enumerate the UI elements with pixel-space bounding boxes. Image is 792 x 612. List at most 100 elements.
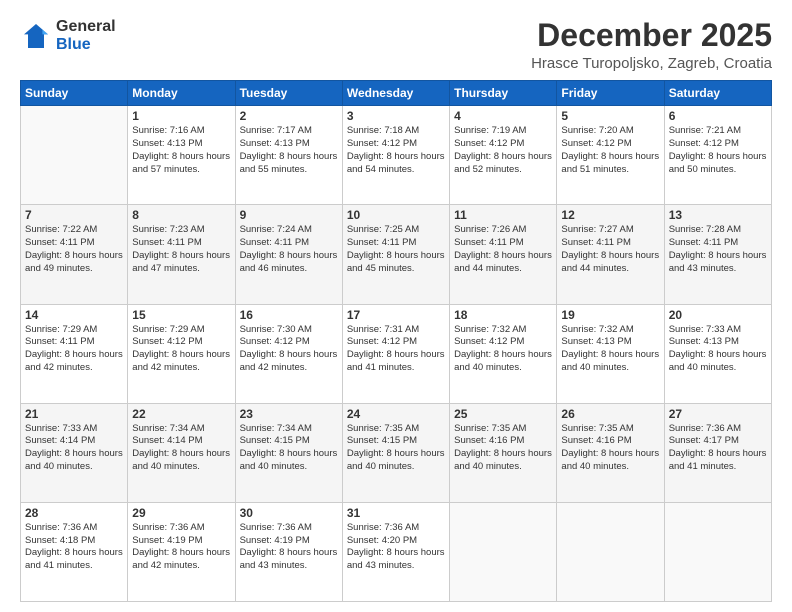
day-number: 17 [347, 308, 445, 322]
day-number: 14 [25, 308, 123, 322]
calendar-cell: 18 Sunrise: 7:32 AMSunset: 4:12 PMDayligh… [450, 304, 557, 403]
day-info: Sunrise: 7:34 AMSunset: 4:15 PMDaylight:… [240, 423, 338, 474]
calendar-week-row: 7 Sunrise: 7:22 AMSunset: 4:11 PMDaylight… [21, 205, 772, 304]
weekday-header-row: SundayMondayTuesdayWednesdayThursdayFrid… [21, 81, 772, 106]
day-info: Sunrise: 7:31 AMSunset: 4:12 PMDaylight:… [347, 324, 445, 375]
weekday-header-tuesday: Tuesday [235, 81, 342, 106]
day-number: 27 [669, 407, 767, 421]
day-info: Sunrise: 7:34 AMSunset: 4:14 PMDaylight:… [132, 423, 230, 474]
logo-text: General Blue [56, 18, 116, 55]
calendar-cell [557, 502, 664, 601]
day-info: Sunrise: 7:36 AMSunset: 4:20 PMDaylight:… [347, 522, 445, 573]
calendar-week-row: 21Sunrise: 7:33 AMSunset: 4:14 PMDayligh… [21, 403, 772, 502]
calendar-cell: 10 Sunrise: 7:25 AMSunset: 4:11 PMDayligh… [342, 205, 449, 304]
day-number: 9 [240, 208, 338, 222]
day-number: 24 [347, 407, 445, 421]
day-info: Sunrise: 7:26 AMSunset: 4:11 PMDaylight:… [454, 224, 552, 275]
calendar-cell: 28 Sunrise: 7:36 AMSunset: 4:18 PMDayligh… [21, 502, 128, 601]
weekday-header-monday: Monday [128, 81, 235, 106]
day-number: 7 [25, 208, 123, 222]
calendar-cell: 15 Sunrise: 7:29 AMSunset: 4:12 PMDayligh… [128, 304, 235, 403]
calendar-cell: 3Sunrise: 7:18 AMSunset: 4:12 PMDaylight… [342, 106, 449, 205]
calendar-week-row: 1 Sunrise: 7:16 AMSunset: 4:13 PMDaylight… [21, 106, 772, 205]
calendar-cell: 22 Sunrise: 7:34 AMSunset: 4:14 PMDayligh… [128, 403, 235, 502]
location-title: Hrasce Turopoljsko, Zagreb, Croatia [531, 55, 772, 72]
day-info: Sunrise: 7:36 AMSunset: 4:17 PMDaylight:… [669, 423, 767, 474]
day-number: 6 [669, 109, 767, 123]
day-info: Sunrise: 7:35 AMSunset: 4:16 PMDaylight:… [454, 423, 552, 474]
calendar-cell: 9 Sunrise: 7:24 AMSunset: 4:11 PMDaylight… [235, 205, 342, 304]
day-number: 5 [561, 109, 659, 123]
day-info: Sunrise: 7:30 AMSunset: 4:12 PMDaylight:… [240, 324, 338, 375]
calendar-cell: 8Sunrise: 7:23 AMSunset: 4:11 PMDaylight… [128, 205, 235, 304]
day-info: Sunrise: 7:36 AMSunset: 4:19 PMDaylight:… [132, 522, 230, 573]
calendar-cell: 23 Sunrise: 7:34 AMSunset: 4:15 PMDayligh… [235, 403, 342, 502]
calendar-cell [664, 502, 771, 601]
calendar-cell: 21Sunrise: 7:33 AMSunset: 4:14 PMDayligh… [21, 403, 128, 502]
day-number: 23 [240, 407, 338, 421]
day-number: 22 [132, 407, 230, 421]
day-number: 15 [132, 308, 230, 322]
calendar-cell: 4 Sunrise: 7:19 AMSunset: 4:12 PMDaylight… [450, 106, 557, 205]
page: General Blue December 2025 Hrasce Turopo… [0, 0, 792, 612]
day-number: 16 [240, 308, 338, 322]
calendar-cell: 1 Sunrise: 7:16 AMSunset: 4:13 PMDaylight… [128, 106, 235, 205]
day-info: Sunrise: 7:35 AMSunset: 4:16 PMDaylight:… [561, 423, 659, 474]
title-section: December 2025 Hrasce Turopoljsko, Zagreb… [531, 18, 772, 72]
calendar-cell: 6 Sunrise: 7:21 AMSunset: 4:12 PMDaylight… [664, 106, 771, 205]
month-title: December 2025 [531, 18, 772, 53]
day-info: Sunrise: 7:24 AMSunset: 4:11 PMDaylight:… [240, 224, 338, 275]
day-info: Sunrise: 7:32 AMSunset: 4:13 PMDaylight:… [561, 324, 659, 375]
day-number: 20 [669, 308, 767, 322]
day-number: 3 [347, 109, 445, 123]
day-number: 4 [454, 109, 552, 123]
day-info: Sunrise: 7:19 AMSunset: 4:12 PMDaylight:… [454, 125, 552, 176]
calendar-cell: 27 Sunrise: 7:36 AMSunset: 4:17 PMDayligh… [664, 403, 771, 502]
logo-icon [20, 20, 52, 52]
day-number: 25 [454, 407, 552, 421]
day-info: Sunrise: 7:29 AMSunset: 4:11 PMDaylight:… [25, 324, 123, 375]
calendar-cell: 19Sunrise: 7:32 AMSunset: 4:13 PMDayligh… [557, 304, 664, 403]
day-info: Sunrise: 7:28 AMSunset: 4:11 PMDaylight:… [669, 224, 767, 275]
day-number: 2 [240, 109, 338, 123]
calendar-cell: 11 Sunrise: 7:26 AMSunset: 4:11 PMDayligh… [450, 205, 557, 304]
calendar-week-row: 14 Sunrise: 7:29 AMSunset: 4:11 PMDayligh… [21, 304, 772, 403]
day-info: Sunrise: 7:35 AMSunset: 4:15 PMDaylight:… [347, 423, 445, 474]
day-info: Sunrise: 7:17 AMSunset: 4:13 PMDaylight:… [240, 125, 338, 176]
calendar-cell: 20 Sunrise: 7:33 AMSunset: 4:13 PMDayligh… [664, 304, 771, 403]
day-info: Sunrise: 7:25 AMSunset: 4:11 PMDaylight:… [347, 224, 445, 275]
calendar-cell: 24 Sunrise: 7:35 AMSunset: 4:15 PMDayligh… [342, 403, 449, 502]
calendar-cell [21, 106, 128, 205]
calendar-cell: 12Sunrise: 7:27 AMSunset: 4:11 PMDayligh… [557, 205, 664, 304]
day-number: 8 [132, 208, 230, 222]
header: General Blue December 2025 Hrasce Turopo… [20, 18, 772, 72]
calendar-cell: 14 Sunrise: 7:29 AMSunset: 4:11 PMDayligh… [21, 304, 128, 403]
day-number: 29 [132, 506, 230, 520]
calendar-cell: 7 Sunrise: 7:22 AMSunset: 4:11 PMDaylight… [21, 205, 128, 304]
calendar-cell [450, 502, 557, 601]
day-number: 30 [240, 506, 338, 520]
day-info: Sunrise: 7:29 AMSunset: 4:12 PMDaylight:… [132, 324, 230, 375]
weekday-header-friday: Friday [557, 81, 664, 106]
day-number: 26 [561, 407, 659, 421]
day-info: Sunrise: 7:21 AMSunset: 4:12 PMDaylight:… [669, 125, 767, 176]
day-info: Sunrise: 7:22 AMSunset: 4:11 PMDaylight:… [25, 224, 123, 275]
day-info: Sunrise: 7:16 AMSunset: 4:13 PMDaylight:… [132, 125, 230, 176]
day-number: 1 [132, 109, 230, 123]
calendar-table: SundayMondayTuesdayWednesdayThursdayFrid… [20, 80, 772, 602]
day-info: Sunrise: 7:20 AMSunset: 4:12 PMDaylight:… [561, 125, 659, 176]
day-info: Sunrise: 7:36 AMSunset: 4:19 PMDaylight:… [240, 522, 338, 573]
day-number: 28 [25, 506, 123, 520]
weekday-header-sunday: Sunday [21, 81, 128, 106]
weekday-header-thursday: Thursday [450, 81, 557, 106]
day-number: 11 [454, 208, 552, 222]
day-number: 13 [669, 208, 767, 222]
weekday-header-wednesday: Wednesday [342, 81, 449, 106]
day-info: Sunrise: 7:33 AMSunset: 4:13 PMDaylight:… [669, 324, 767, 375]
logo: General Blue [20, 18, 116, 55]
day-info: Sunrise: 7:36 AMSunset: 4:18 PMDaylight:… [25, 522, 123, 573]
calendar-cell: 26 Sunrise: 7:35 AMSunset: 4:16 PMDayligh… [557, 403, 664, 502]
day-number: 18 [454, 308, 552, 322]
day-info: Sunrise: 7:32 AMSunset: 4:12 PMDaylight:… [454, 324, 552, 375]
day-number: 10 [347, 208, 445, 222]
